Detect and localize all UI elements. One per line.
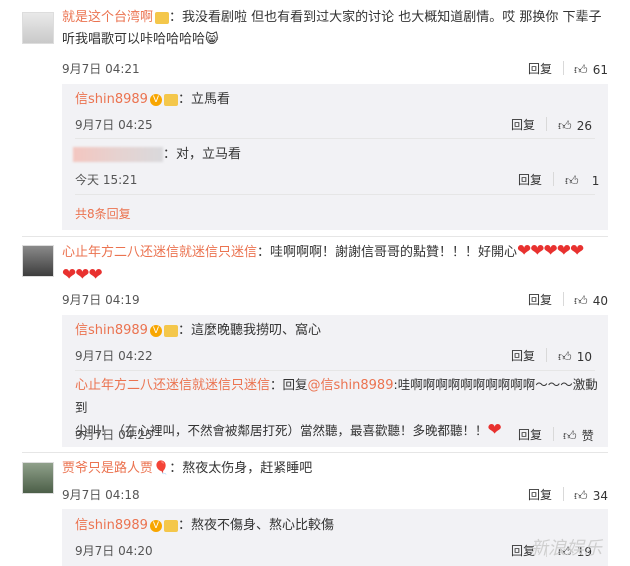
comment-body: 就是这个台湾啊 ：我没看剧啦 但也有看到过大家的讨论 也大概知道剧情。哎 那换你 … xyxy=(62,7,622,51)
reply-username[interactable]: 心止年方二八还迷信就迷信只迷信 xyxy=(75,378,270,393)
thumbs-up-icon: 👍︎ xyxy=(558,350,572,365)
reply-button[interactable]: 回复 xyxy=(511,347,535,364)
verified-icon: V xyxy=(149,519,162,532)
like-button[interactable]: 👍︎ 1 xyxy=(565,170,599,189)
comment-username[interactable]: 就是这个台湾啊 xyxy=(62,10,153,25)
comment-time: 9月7日 04:18 xyxy=(62,488,140,502)
reply-time: 9月7日 04:25 xyxy=(75,118,153,132)
watermark: 新浪娱乐 xyxy=(530,538,602,559)
reply-username[interactable]: 信shin8989 xyxy=(75,518,148,533)
reply-username[interactable]: 信shin8989 xyxy=(75,323,148,338)
like-count: 26 xyxy=(576,119,592,133)
avatar[interactable] xyxy=(22,12,54,44)
thumbs-up-icon: 👍︎ xyxy=(563,429,577,444)
reply-username[interactable]: 信shin8989 xyxy=(75,92,148,107)
reply-time: 9月7日 04:20 xyxy=(75,544,153,558)
fan-badge-icon xyxy=(163,93,178,106)
smile-emoji-icon: 😸 xyxy=(205,32,219,47)
comment-body: 心止年方二八还迷信就迷信只迷信：哇啊啊啊！謝謝信哥哥的點贊！！！好開心❤❤❤❤❤… xyxy=(62,240,622,288)
reply-body: 信shin8989 V ：這麼晚聽我撈叨、窩心 xyxy=(75,320,321,342)
reply-button[interactable]: 回复 xyxy=(518,171,542,188)
reply-button[interactable]: 回复 xyxy=(528,60,552,77)
reply-body: 信shin8989 V ：熬夜不傷身、熬心比較傷 xyxy=(75,515,334,537)
like-count: 1 xyxy=(591,174,600,188)
thumbs-up-icon: 👍︎ xyxy=(565,174,579,189)
thumbs-up-icon: 👍︎ xyxy=(574,63,588,78)
reply-text: ：立馬看 xyxy=(177,92,230,107)
like-button[interactable]: 👍︎ 61 xyxy=(574,59,608,78)
reply-time: 9月7日 04:25 xyxy=(75,428,153,442)
fan-badge-icon xyxy=(163,324,178,337)
reply-button[interactable]: 回复 xyxy=(518,426,542,443)
comment-text: 听我唱歌可以咔哈哈哈哈 xyxy=(62,32,206,47)
reply-body: 信shin8989 V ：立馬看 xyxy=(75,89,230,111)
reply-text: ：回复 xyxy=(270,377,308,392)
reply-button[interactable]: 回复 xyxy=(511,116,535,133)
heart-emoji-icon: ❤ xyxy=(487,420,502,440)
like-button[interactable]: 👍︎ 26 xyxy=(558,115,592,134)
like-button[interactable]: 👍︎ 40 xyxy=(574,290,608,309)
comment-time: 9月7日 04:19 xyxy=(62,293,140,307)
comment-text: ：我没看剧啦 但也有看到过大家的讨论 也大概知道剧情。哎 那换你 下辈子 xyxy=(169,10,602,25)
comment-body: 贾爷只是路人贾🎈：熬夜太伤身，赶紧睡吧 xyxy=(62,458,622,480)
reply-text: ：熬夜不傷身、熬心比較傷 xyxy=(177,518,334,533)
avatar[interactable] xyxy=(22,245,54,277)
reply-button[interactable]: 回复 xyxy=(528,291,552,308)
comment-username[interactable]: 心止年方二八还迷信就迷信只迷信 xyxy=(62,245,257,260)
like-button[interactable]: 👍︎ 10 xyxy=(558,346,592,365)
comment-text: ：哇啊啊啊！謝謝信哥哥的點贊！！！好開心 xyxy=(257,245,518,260)
heart-emoji-icon: ❤❤❤ xyxy=(62,265,103,285)
heart-emoji-icon: ❤❤❤❤❤ xyxy=(517,241,584,261)
comment-time: 9月7日 04:21 xyxy=(62,62,140,76)
fan-badge-icon xyxy=(163,519,178,532)
thumbs-up-icon: 👍︎ xyxy=(558,119,572,134)
verified-icon: V xyxy=(149,93,162,106)
like-button[interactable]: 👍︎ 34 xyxy=(574,485,608,504)
like-count: 34 xyxy=(592,489,608,503)
balloon-badge-icon: 🎈 xyxy=(153,461,170,476)
reply-text: ：对，立马看 xyxy=(163,147,242,162)
more-replies-link[interactable]: 共8条回复 xyxy=(75,205,131,222)
mention-link[interactable]: @信shin8989 xyxy=(308,378,394,393)
thumbs-up-icon: 👍︎ xyxy=(574,489,588,504)
reply-time: 今天 15:21 xyxy=(75,173,138,187)
avatar[interactable] xyxy=(22,462,54,494)
verified-icon: V xyxy=(149,324,162,337)
reply-time: 9月7日 04:22 xyxy=(75,349,153,363)
comment-text: ：熬夜太伤身，赶紧睡吧 xyxy=(169,461,313,476)
fan-badge-icon xyxy=(155,11,170,24)
like-label: 赞 xyxy=(581,429,594,443)
like-count: 40 xyxy=(592,294,608,308)
like-count: 10 xyxy=(576,350,592,364)
reply-text: ：這麼晚聽我撈叨、窩心 xyxy=(177,323,321,338)
blurred-username xyxy=(73,147,163,162)
comment-username[interactable]: 贾爷只是路人贾 xyxy=(62,461,153,476)
like-button[interactable]: 👍︎ 赞 xyxy=(563,425,594,444)
like-count: 61 xyxy=(592,63,608,77)
reply-button[interactable]: 回复 xyxy=(528,486,552,503)
thumbs-up-icon: 👍︎ xyxy=(574,294,588,309)
